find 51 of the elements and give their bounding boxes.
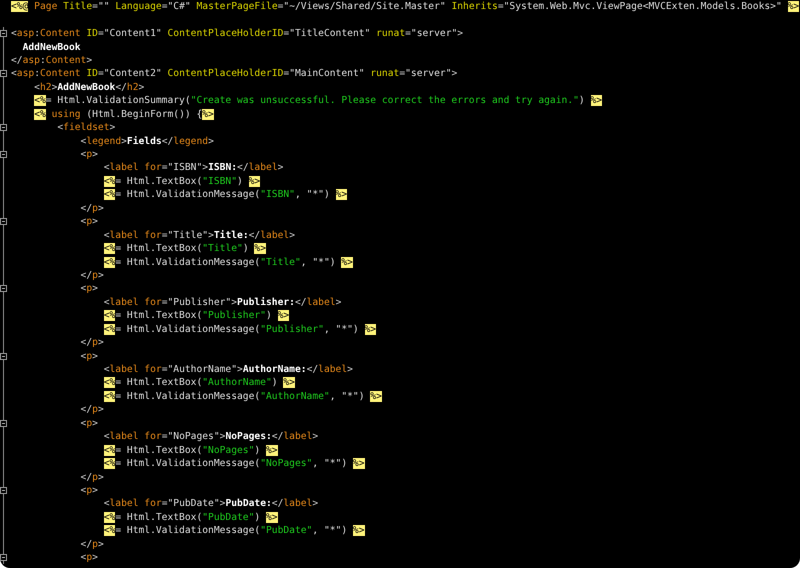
collapse-icon[interactable] [0,554,7,562]
code-line: </p> [80,403,104,416]
collapse-icon[interactable] [0,124,7,132]
code-line: <p> [80,148,98,162]
code-line: </asp:Content> [11,54,92,67]
code-line: <%= Html.ValidationMessage("AuthorName", "*") %> [102,390,382,403]
code-line: <%= Html.TextBox("Publisher") %> [102,309,290,322]
collapse-icon[interactable] [0,486,7,494]
code-line: AddNewBook [22,40,81,54]
code-line: <p> [80,350,98,363]
collapse-icon[interactable] [0,30,7,38]
code-line: <%@ Page Title="" Language="C#" MasterPageFile="~/Views/Shared/Site.Master" Inherits="System.Web.Mvc.ViewPage<MVCExten.Models.Books>" %> [11,0,800,14]
code-line: <%= Html.ValidationMessage("NoPages", "*") %> [102,457,365,470]
code-line: </p> [80,538,104,551]
code-line: <%= Html.ValidationMessage("Title", "*") %> [102,256,353,269]
code-line: <legend>Fields</legend> [80,134,214,148]
code-line: <p> [80,484,98,497]
code-line: <label for="PubDate">PubDate:</label> [102,497,318,510]
collapse-icon[interactable] [0,352,7,360]
code-line: <h2>AddNewBook</h2> [33,80,144,94]
code-line: <label for="Publisher">Publisher:</label> [102,296,342,309]
code-line: <p> [80,416,98,430]
code-line: <%= Html.TextBox("NoPages") %> [102,444,278,457]
code-line: <%= Html.ValidationSummary("Create was unsuccessful. Please correct the errors and try again.") %> [33,94,602,108]
code-line: <%= Html.ValidationMessage("PubDate", "*") %> [102,524,365,538]
code-line: <% using (Html.BeginForm()) {%> [33,108,214,121]
code-line: <%= Html.TextBox("AuthorName") %> [102,376,295,390]
code-line: </p> [80,336,104,350]
collapse-icon[interactable] [0,420,7,427]
code-line: <%= Html.TextBox("Title") %> [102,242,266,256]
code-line: <fieldset> [56,121,116,134]
collapse-icon[interactable] [0,218,7,226]
code-line: <%= Html.ValidationMessage("Publisher", "*") %> [102,322,376,336]
code-line: <p> [80,551,98,564]
code-line: <asp:Content ID="Content2" ContentPlaceHolderID="MainContent" runat="server"> [11,67,458,80]
collapse-icon[interactable] [0,285,7,292]
collapse-icon[interactable] [0,151,7,158]
code-line: <label for="NoPages">NoPages:</label> [102,430,318,444]
code-line: </p> [80,470,104,484]
code-line: <%= Html.TextBox("ISBN") %> [102,174,260,188]
code-line: <%= Html.ValidationMessage("ISBN", "*") %> [102,188,348,202]
code-line: </p> [80,268,104,282]
code-line: <asp:Content ID="Content1" ContentPlaceHolderID="TitleContent" runat="server"> [11,27,464,40]
code-line: <p> [80,215,98,228]
code-line: <label for="AuthorName">AuthorName:</label> [102,363,353,376]
code-line: <p> [80,282,98,296]
code-line: <%= Html.TextBox("PubDate") %> [102,510,278,524]
code-line: </p> [80,202,104,215]
collapse-icon[interactable] [0,70,7,78]
code-line: <label for="ISBN">ISBN:</label> [102,161,284,174]
code-line: <label for="Title">Title:</label> [102,228,296,242]
